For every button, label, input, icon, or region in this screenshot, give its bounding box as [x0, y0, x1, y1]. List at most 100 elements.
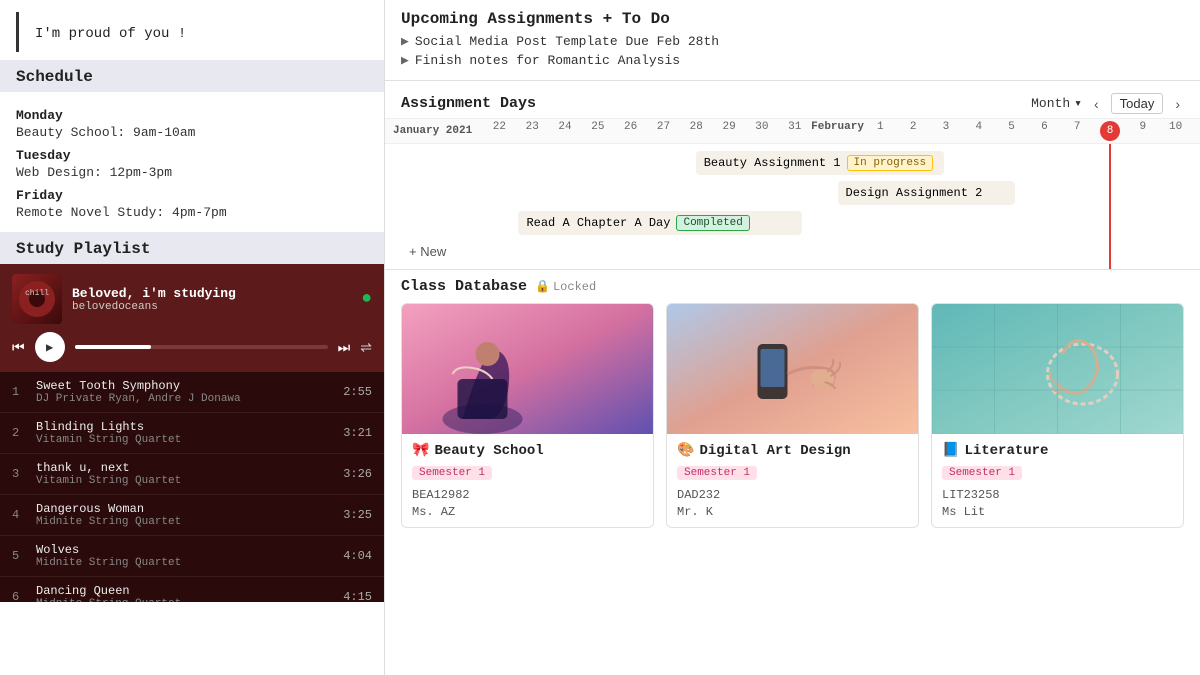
- january-label: January 2021: [393, 125, 483, 137]
- next-button[interactable]: ⏭: [338, 339, 351, 356]
- list-item[interactable]: 5 Wolves Midnite String Quartet 4:04: [0, 536, 384, 577]
- schedule-item-tuesday: Web Design: 12pm-3pm: [16, 165, 368, 180]
- spotify-header: chill Beloved, i'm studying belovedocean…: [12, 274, 372, 324]
- card-body-design: 🎨 Digital Art Design Semester 1 DAD232 M…: [667, 434, 918, 527]
- album-art: chill: [12, 274, 62, 324]
- today-button[interactable]: Today: [1111, 93, 1164, 114]
- class-cards: 🎀 Beauty School Semester 1 BEA12982 Ms. …: [401, 303, 1184, 528]
- list-item[interactable]: 6 Dancing Queen Midnite String Quartet 4…: [0, 577, 384, 602]
- right-panel: Upcoming Assignments + To Do ▶ Social Me…: [385, 0, 1200, 675]
- card-image-lit: [932, 304, 1183, 434]
- track-artist: Midnite String Quartet: [36, 598, 335, 602]
- dates-row: 22 23 24 25 26 27 28 29 30 31 February 1…: [483, 121, 1192, 141]
- design-assignment-label: Design Assignment 2: [846, 186, 983, 200]
- track-info: Wolves Midnite String Quartet: [36, 543, 335, 569]
- beauty-assignment-bar[interactable]: Beauty Assignment 1 In progress: [696, 151, 944, 175]
- todo-arrow-icon: ▶: [401, 34, 409, 49]
- track-name: Dangerous Woman: [36, 502, 335, 516]
- calendar-header: Assignment Days Month ▾ ‹ Today ›: [385, 89, 1200, 118]
- track-num: 2: [12, 426, 28, 440]
- play-button[interactable]: ▶: [35, 332, 65, 362]
- progress-fill: [75, 345, 151, 349]
- spotify-icon: ●: [361, 289, 372, 309]
- design-icon: 🎨: [677, 442, 694, 459]
- schedule-day-monday: Monday: [16, 108, 368, 123]
- track-artist: DJ Private Ryan, Andre J Donawa: [36, 393, 335, 405]
- track-info: Blinding Lights Vitamin String Quartet: [36, 420, 335, 446]
- semester-tag-design: Semester 1: [677, 466, 757, 480]
- gantt-area: Beauty Assignment 1 In progress Design A…: [385, 144, 1200, 269]
- date-5: 5: [995, 121, 1028, 141]
- song-artist: belovedoceans: [72, 301, 351, 313]
- share-button[interactable]: ⇌: [360, 339, 372, 356]
- song-title: Beloved, i'm studying: [72, 286, 351, 301]
- date-24: 24: [549, 121, 582, 141]
- schedule-title: Schedule: [0, 60, 384, 92]
- card-name-beauty: 🎀 Beauty School: [412, 442, 643, 459]
- motivational-quote: I'm proud of you !: [16, 12, 368, 52]
- progress-bar: [75, 345, 328, 349]
- design-assignment-bar[interactable]: Design Assignment 2: [838, 181, 1015, 205]
- track-name: thank u, next: [36, 461, 335, 475]
- list-item[interactable]: 2 Blinding Lights Vitamin String Quartet…: [0, 413, 384, 454]
- schedule-day-friday: Friday: [16, 188, 368, 203]
- card-name-lit: 📘 Literature: [942, 442, 1173, 459]
- track-info: Dancing Queen Midnite String Quartet: [36, 584, 335, 602]
- class-card-lit[interactable]: 📘 Literature Semester 1 LIT23258 Ms Lit: [931, 303, 1184, 528]
- prev-month-button[interactable]: ‹: [1090, 94, 1103, 114]
- list-item[interactable]: 1 Sweet Tooth Symphony DJ Private Ryan, …: [0, 372, 384, 413]
- beauty-icon: 🎀: [412, 442, 429, 459]
- track-artist: Vitamin String Quartet: [36, 434, 335, 446]
- track-name: Blinding Lights: [36, 420, 335, 434]
- calendar-title: Assignment Days: [401, 95, 1031, 112]
- date-29: 29: [713, 121, 746, 141]
- date-28: 28: [680, 121, 713, 141]
- next-month-button[interactable]: ›: [1171, 94, 1184, 114]
- list-item[interactable]: 4 Dangerous Woman Midnite String Quartet…: [0, 495, 384, 536]
- track-num: 5: [12, 549, 28, 563]
- prev-button[interactable]: ⏮: [12, 339, 25, 356]
- read-assignment-bar[interactable]: Read A Chapter A Day Completed: [518, 211, 802, 235]
- playlist-section: Study Playlist chill Beloved, i'm studyi…: [0, 232, 384, 602]
- lit-icon: 📘: [942, 442, 959, 459]
- track-info: Dangerous Woman Midnite String Quartet: [36, 502, 335, 528]
- date-7: 7: [1061, 121, 1094, 141]
- left-panel: I'm proud of you ! Schedule Monday Beaut…: [0, 0, 385, 675]
- month-selector[interactable]: Month ▾: [1031, 96, 1082, 111]
- card-teacher-design: Mr. K: [677, 505, 908, 519]
- track-num: 6: [12, 590, 28, 602]
- card-teacher-beauty: Ms. AZ: [412, 505, 643, 519]
- track-num: 1: [12, 385, 28, 399]
- list-item[interactable]: 3 thank u, next Vitamin String Quartet 3…: [0, 454, 384, 495]
- track-num: 3: [12, 467, 28, 481]
- player-controls[interactable]: ⏮ ▶ ⏭ ⇌: [12, 332, 372, 362]
- class-card-design[interactable]: 🎨 Digital Art Design Semester 1 DAD232 M…: [666, 303, 919, 528]
- track-duration: 2:55: [343, 385, 372, 399]
- card-code-design: DAD232: [677, 488, 908, 502]
- schedule-item-friday: Remote Novel Study: 4pm-7pm: [16, 205, 368, 220]
- date-1: 1: [864, 121, 897, 141]
- track-name: Wolves: [36, 543, 335, 557]
- date-31: 31: [778, 121, 811, 141]
- new-assignment-button[interactable]: + New: [393, 238, 462, 265]
- card-image-beauty: [402, 304, 653, 434]
- track-artist: Midnite String Quartet: [36, 557, 335, 569]
- card-body-beauty: 🎀 Beauty School Semester 1 BEA12982 Ms. …: [402, 434, 653, 527]
- class-card-beauty[interactable]: 🎀 Beauty School Semester 1 BEA12982 Ms. …: [401, 303, 654, 528]
- track-duration: 3:26: [343, 467, 372, 481]
- track-duration: 4:04: [343, 549, 372, 563]
- date-4: 4: [962, 121, 995, 141]
- locked-label: Locked: [553, 280, 596, 294]
- read-assignment-label: Read A Chapter A Day: [526, 216, 670, 230]
- date-30: 30: [746, 121, 779, 141]
- card-teacher-lit: Ms Lit: [942, 505, 1173, 519]
- playlist-title: Study Playlist: [0, 232, 384, 264]
- track-duration: 3:25: [343, 508, 372, 522]
- gantt-row-beauty: Beauty Assignment 1 In progress: [393, 148, 1192, 178]
- todo-item-1: ▶ Social Media Post Template Due Feb 28t…: [401, 34, 1184, 49]
- song-info: Beloved, i'm studying belovedoceans: [72, 286, 351, 313]
- card-code-beauty: BEA12982: [412, 488, 643, 502]
- beauty-assignment-label: Beauty Assignment 1: [704, 156, 841, 170]
- todo-text-1: Social Media Post Template Due Feb 28th: [415, 34, 719, 49]
- date-3: 3: [930, 121, 963, 141]
